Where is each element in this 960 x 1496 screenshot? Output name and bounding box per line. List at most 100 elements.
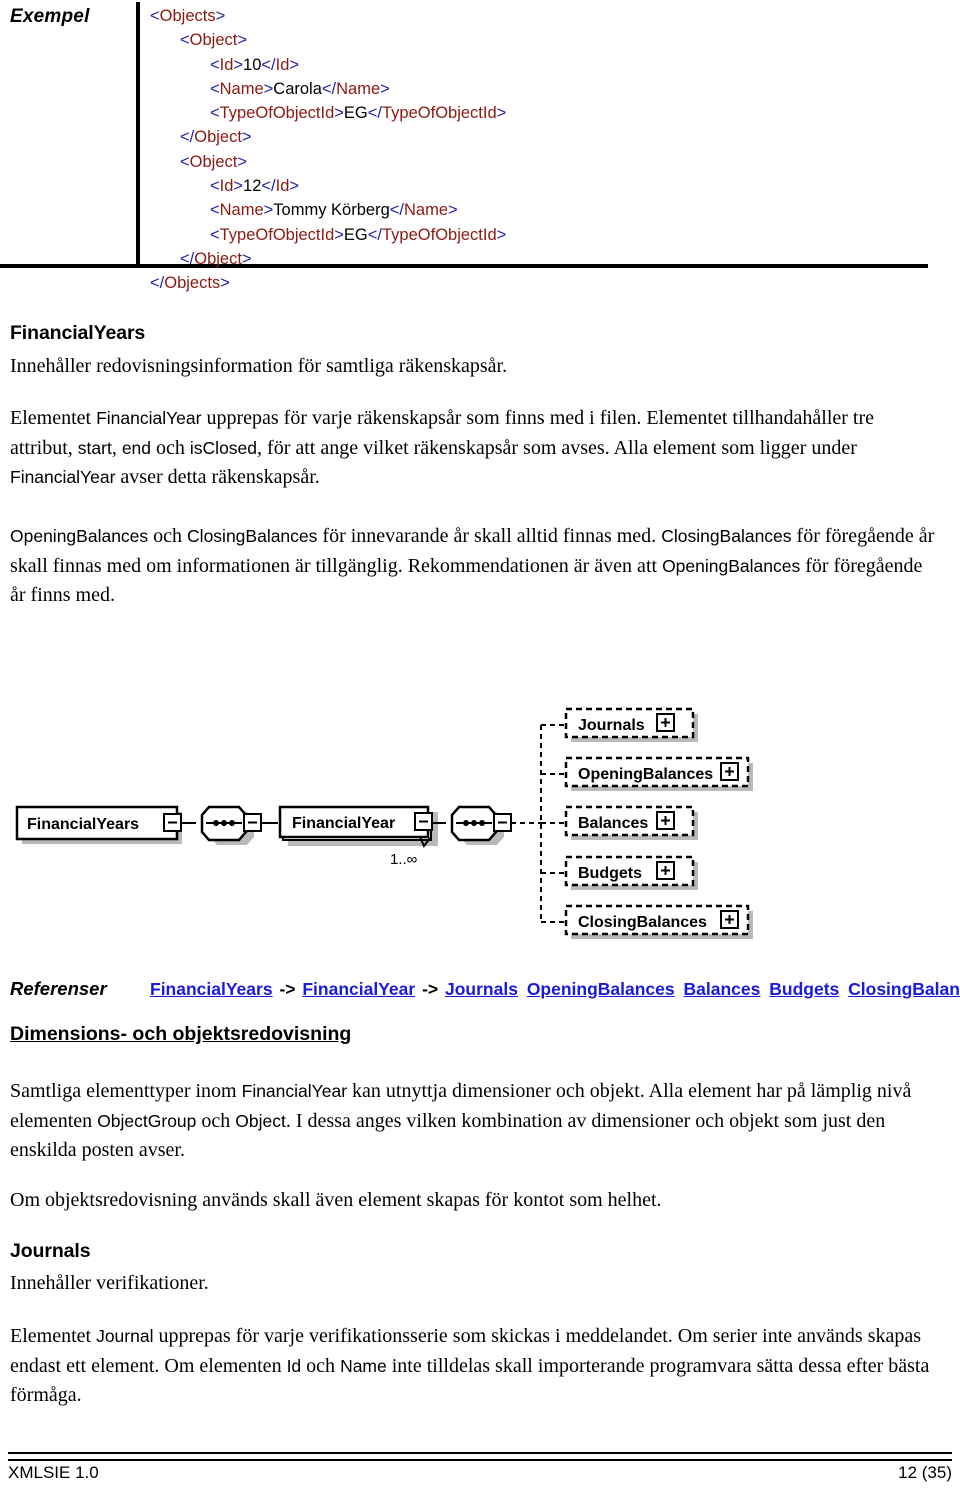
code-run: end bbox=[121, 437, 152, 458]
reference-link-financialyears[interactable]: FinancialYears bbox=[150, 979, 273, 999]
xml-code-sample: <Objects> <Object> <Id>10</Id> <Name>Carola… bbox=[150, 4, 506, 296]
text-run: avser detta räkenskapsår. bbox=[115, 466, 320, 488]
heading-financialyears: FinancialYears bbox=[10, 322, 146, 344]
code-token: </ bbox=[321, 79, 337, 98]
diagram-node-label: ClosingBalances bbox=[578, 914, 707, 931]
code-token: < bbox=[210, 225, 220, 244]
diagram-node-journals[interactable]: Journals bbox=[541, 707, 698, 742]
code-line: <Id>12</Id> bbox=[150, 174, 506, 198]
code-token: > bbox=[237, 152, 247, 171]
code-token: 12 bbox=[243, 177, 262, 196]
diagram-node-label: FinancialYears bbox=[27, 816, 139, 833]
text-run: Elementet bbox=[10, 407, 97, 429]
reference-space bbox=[760, 979, 769, 999]
heading-dimensions: Dimensions- och objektsredovisning bbox=[10, 1023, 352, 1045]
diagram-node-closingbalances[interactable]: ClosingBalances bbox=[541, 904, 753, 939]
code-token: < bbox=[150, 7, 160, 25]
code-token: > bbox=[233, 177, 244, 196]
code-token: < bbox=[180, 152, 190, 171]
diagram-multiplicity-label: 1..∞ bbox=[390, 851, 418, 868]
code-run: Object bbox=[235, 1110, 286, 1131]
code-line: <Name>Tommy Körberg</Name> bbox=[150, 198, 506, 222]
text-run: , bbox=[111, 436, 122, 459]
code-run: start bbox=[77, 437, 112, 458]
code-token: > bbox=[334, 104, 344, 123]
code-token: < bbox=[210, 55, 220, 74]
code-run: ClosingBalances bbox=[187, 526, 318, 546]
code-line: </Objects> bbox=[150, 271, 506, 295]
code-line: <Objects> bbox=[150, 4, 506, 28]
reference-space bbox=[839, 979, 848, 999]
code-token: Carola bbox=[273, 79, 322, 98]
code-token: </ bbox=[180, 249, 195, 268]
code-run: ObjectGroup bbox=[97, 1110, 197, 1131]
code-token: Name bbox=[403, 201, 448, 220]
code-token: > bbox=[334, 225, 344, 244]
references-label: Referenser bbox=[10, 978, 107, 999]
code-token: > bbox=[448, 201, 458, 220]
code-token: < bbox=[210, 201, 220, 220]
diagram-node-budgets[interactable]: Budgets bbox=[541, 855, 698, 890]
code-token: Id bbox=[275, 55, 290, 74]
code-token: </ bbox=[367, 225, 382, 244]
code-token: > bbox=[220, 274, 230, 293]
document-page: Exempel <Objects> <Object> <Id>10</Id> <Nam… bbox=[0, 0, 960, 1496]
reference-link-budgets[interactable]: Budgets bbox=[769, 979, 839, 999]
diagram-node-openingbalances[interactable]: OpeningBalances bbox=[541, 756, 753, 791]
reference-link-balances[interactable]: Balances bbox=[684, 979, 761, 999]
code-line: <TypeOfObjectId>EG</TypeOfObjectId> bbox=[150, 223, 506, 247]
code-token: Objects bbox=[164, 274, 221, 293]
diagram-sequence-connector-2 bbox=[450, 805, 512, 845]
text-run: och bbox=[196, 1109, 236, 1132]
code-token: Name bbox=[219, 79, 264, 98]
code-line: </Object> bbox=[150, 247, 506, 271]
text-run: , för att ange vilket räkenskapsår som a… bbox=[257, 436, 857, 459]
diagram-node-label: Balances bbox=[578, 815, 648, 832]
code-run: Id bbox=[286, 1355, 302, 1376]
code-run: FinancialYear bbox=[241, 1081, 348, 1101]
code-token: </ bbox=[261, 55, 276, 74]
diagram-node-label: FinancialYear bbox=[292, 815, 395, 832]
code-token: < bbox=[210, 79, 220, 98]
footer-page-number: 12 (35) bbox=[898, 1463, 952, 1482]
code-token: Name bbox=[336, 79, 381, 98]
text-run: Samtliga elementtyper inom bbox=[10, 1080, 242, 1102]
reference-link-closingbalances[interactable]: ClosingBalances bbox=[848, 979, 960, 999]
reference-arrow: -> bbox=[417, 979, 443, 999]
code-run: FinancialYear bbox=[96, 408, 202, 428]
code-token: Id bbox=[219, 55, 234, 74]
code-token: > bbox=[496, 104, 507, 123]
text-run: och bbox=[151, 436, 190, 459]
reference-link-journals[interactable]: Journals bbox=[445, 979, 518, 999]
code-token: TypeOfObjectId bbox=[382, 104, 497, 123]
reference-link-openingbalances[interactable]: OpeningBalances bbox=[527, 979, 675, 999]
example-vertical-rule bbox=[136, 2, 140, 264]
code-line: <Id>10</Id> bbox=[150, 53, 506, 77]
code-token: Object bbox=[194, 128, 242, 147]
code-token: < bbox=[180, 31, 190, 50]
diagram-node-financialyears[interactable]: FinancialYears bbox=[15, 805, 182, 844]
code-run: ClosingBalances bbox=[661, 526, 792, 546]
code-token: TypeOfObjectId bbox=[382, 225, 497, 244]
code-token: </ bbox=[150, 274, 165, 293]
paragraph-journals-intro: Innehåller verifikationer. bbox=[10, 1272, 209, 1294]
reference-arrow: -> bbox=[274, 979, 301, 999]
diagram-node-balances[interactable]: Balances bbox=[541, 805, 698, 840]
paragraph-financialyear-element: Elementet FinancialYear upprepas för var… bbox=[10, 404, 940, 493]
diagram-node-financialyear[interactable]: FinancialYear 1..∞ bbox=[278, 805, 438, 868]
code-token: > bbox=[263, 201, 274, 220]
references-row: Referenser FinancialYears -> FinancialYe… bbox=[10, 978, 960, 1008]
code-token: > bbox=[237, 31, 247, 50]
code-token: EG bbox=[343, 104, 368, 123]
reference-space bbox=[518, 979, 527, 999]
code-token: Id bbox=[275, 177, 290, 196]
code-token: </ bbox=[389, 201, 404, 220]
code-run: FinancialYear bbox=[10, 467, 116, 487]
references-links: FinancialYears -> FinancialYear -> Journ… bbox=[150, 979, 960, 1000]
reference-link-financialyear[interactable]: FinancialYear bbox=[302, 979, 415, 999]
code-token: Name bbox=[219, 201, 264, 220]
diagram-node-label: Journals bbox=[578, 717, 645, 734]
diagram-node-label: Budgets bbox=[578, 865, 642, 882]
code-token: </ bbox=[261, 177, 276, 196]
code-token: Object bbox=[189, 152, 238, 171]
